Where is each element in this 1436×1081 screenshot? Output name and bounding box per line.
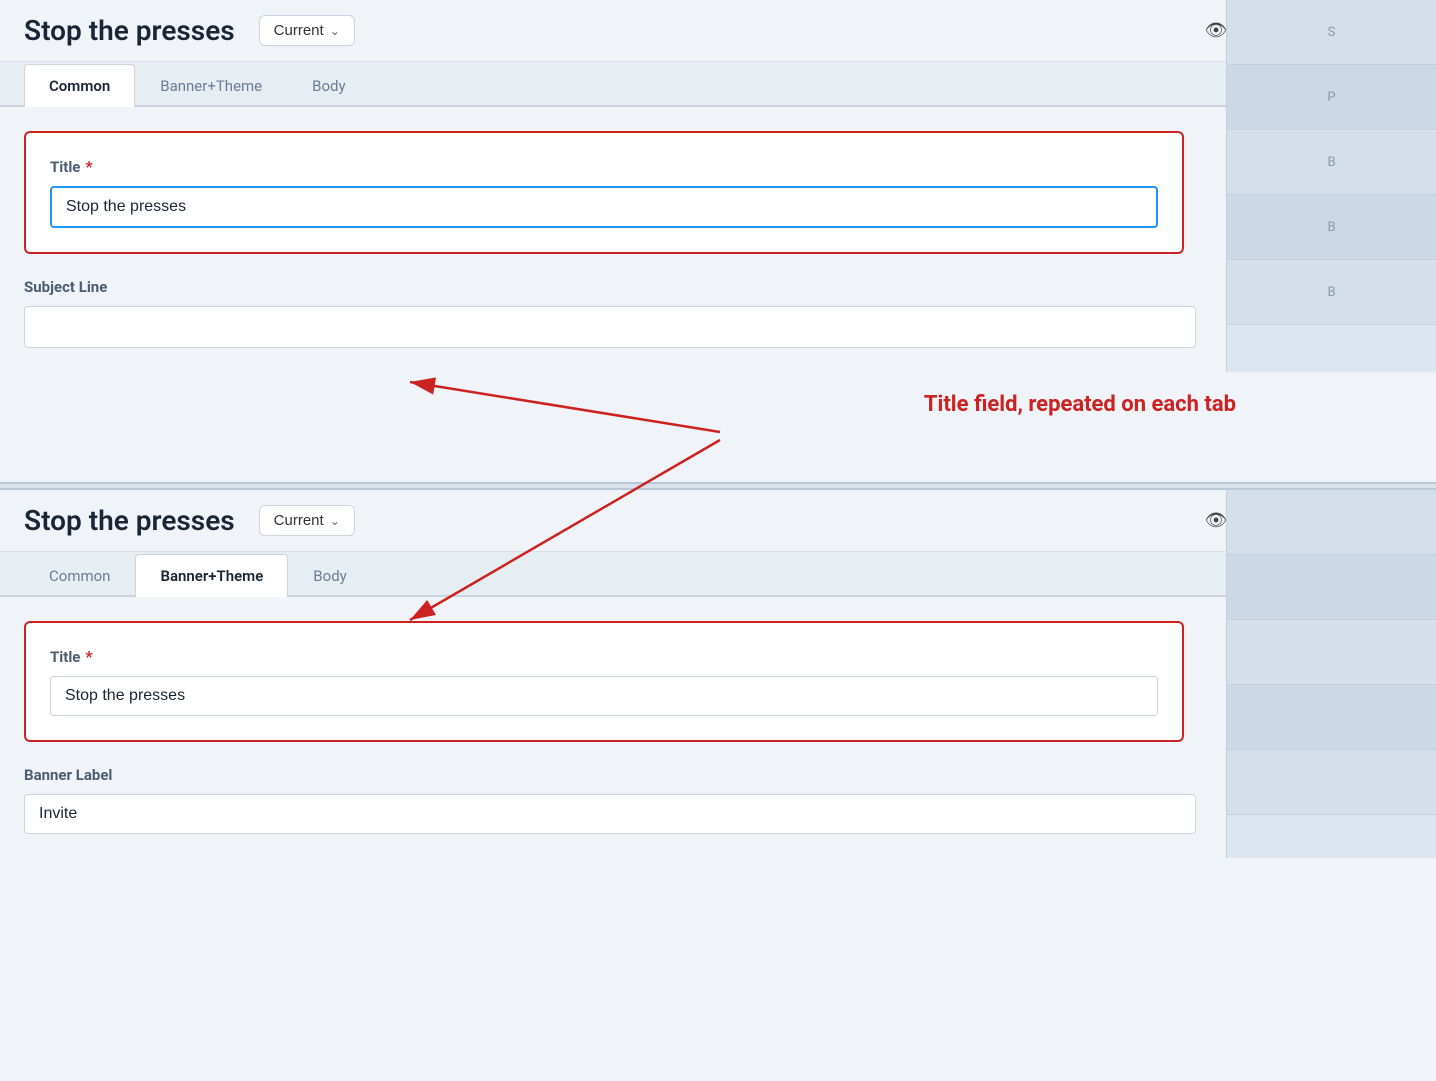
bottom-right-sidebar [1226,490,1436,858]
bottom-header: Stop the presses Current ⌄ Live Preview … [0,490,1436,552]
top-tab-bar: Common Banner+Theme Body [0,62,1436,107]
annotation-text: Title field, repeated on each tab [924,392,1236,417]
title-form-card-bottom: Title * [24,621,1184,742]
subject-line-section: Subject Line [24,278,1196,348]
subject-line-input[interactable] [24,306,1196,348]
tab-common-bottom[interactable]: Common [24,554,135,597]
required-star-bottom: * [85,647,92,666]
bottom-version-label: Current [274,512,324,529]
bottom-eye-icon [1205,510,1228,531]
version-dropdown[interactable]: Current ⌄ [259,15,355,46]
tab-body-bottom[interactable]: Body [288,554,371,597]
sidebar-block-p: P [1227,65,1436,130]
section-divider [0,482,1436,490]
page-title: Stop the presses [24,14,235,47]
bottom-sidebar-block-4 [1227,685,1436,750]
top-content-area: Title * Subject Line [0,107,1436,372]
tab-common-top[interactable]: Common [24,64,135,107]
bottom-panel: Stop the presses Current ⌄ Live Preview … [0,490,1436,858]
version-label: Current [274,22,324,39]
sidebar-block-b3: B [1227,260,1436,325]
bottom-sidebar-block-1 [1227,490,1436,555]
bottom-version-dropdown[interactable]: Current ⌄ [259,505,355,536]
subject-line-label: Subject Line [24,278,1196,296]
bottom-sidebar-block-3 [1227,620,1436,685]
title-label-top: Title * [50,157,1158,176]
sidebar-block-b2: B [1227,195,1436,260]
top-right-sidebar: S P B B B [1226,0,1436,372]
chevron-down-icon: ⌄ [330,24,340,38]
annotation-area: Title field, repeated on each tab [0,372,1436,482]
title-input-top[interactable] [50,186,1158,228]
title-label-bottom: Title * [50,647,1158,666]
sidebar-block-s: S [1227,0,1436,65]
bottom-page-title: Stop the presses [24,504,235,537]
banner-label-label: Banner Label [24,766,1196,784]
bottom-content-area: Title * Banner Label [0,597,1436,858]
title-form-card-top: Title * [24,131,1184,254]
bottom-sidebar-block-5 [1227,750,1436,815]
top-header: Stop the presses Current ⌄ Live Preview … [0,0,1436,62]
annotation-arrow-svg [0,372,1436,482]
banner-label-input[interactable] [24,794,1196,834]
eye-icon [1205,20,1228,41]
tab-banner-theme-bottom[interactable]: Banner+Theme [135,554,288,597]
bottom-sidebar-block-2 [1227,555,1436,620]
required-star-top: * [85,157,92,176]
title-input-bottom[interactable] [50,676,1158,716]
bottom-tab-bar: Common Banner+Theme Body [0,552,1436,597]
top-panel: Stop the presses Current ⌄ Live Preview … [0,0,1436,372]
sidebar-block-b1: B [1227,130,1436,195]
tab-body-top[interactable]: Body [287,64,370,107]
banner-label-section: Banner Label [24,766,1196,834]
tab-banner-theme-top[interactable]: Banner+Theme [135,64,287,107]
bottom-chevron-down-icon: ⌄ [330,514,340,528]
